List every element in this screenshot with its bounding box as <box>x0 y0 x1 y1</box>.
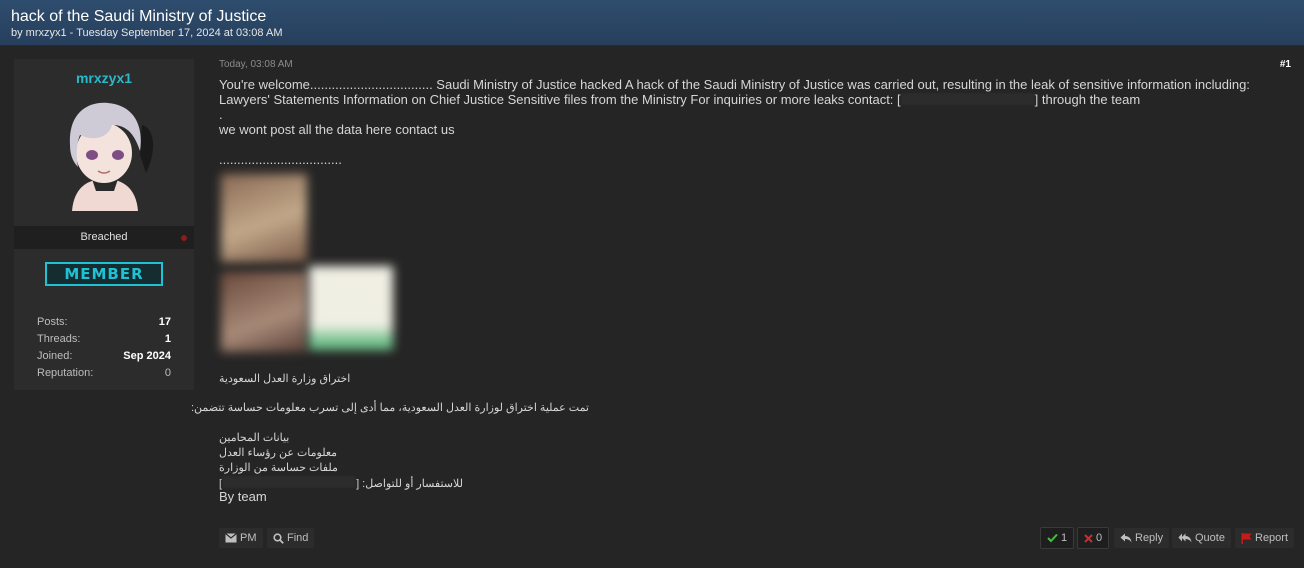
flag-icon <box>1241 532 1252 544</box>
find-label: Find <box>287 532 309 544</box>
stat-threads: Threads: 1 <box>37 331 171 348</box>
reply-arrow-icon <box>1120 533 1132 543</box>
redacted-contact <box>222 476 357 488</box>
post-number[interactable]: #1 <box>1280 59 1291 70</box>
post-line: .................................. <box>219 152 342 167</box>
post-text: ] through the team <box>1034 92 1141 107</box>
arabic-list-block: بيانات المحامين معلومات عن رؤساء العدل م… <box>219 431 589 492</box>
stat-posts: Posts: 17 <box>37 314 171 331</box>
stat-value: Sep 2024 <box>123 350 171 362</box>
arabic-contact-text: للاستفسار أو للتواصل: [ <box>356 478 463 490</box>
stat-value[interactable]: 1 <box>165 331 171 348</box>
downvote-count: 0 <box>1096 532 1103 544</box>
offline-status-dot <box>181 235 187 241</box>
downvote-button[interactable]: 0 <box>1077 527 1110 549</box>
stat-reputation: Reputation: 0 <box>37 365 171 382</box>
post-line: we wont post all the data here contact u… <box>219 122 455 137</box>
upvote-count: 1 <box>1061 532 1068 544</box>
attached-images[interactable] <box>219 174 395 360</box>
cross-icon <box>1084 533 1093 543</box>
post-content: Today, 03:08 AM #1 You're welcome.......… <box>190 46 1295 568</box>
arabic-title-block: اختراق وزارة العدل السعودية <box>219 372 589 387</box>
blurred-image[interactable] <box>309 266 393 350</box>
stat-label: Threads: <box>37 333 81 345</box>
pm-button[interactable]: PM <box>219 528 263 548</box>
arabic-item: معلومات عن رؤساء العدل <box>219 447 338 459</box>
member-badge: MEMBER <box>45 262 163 286</box>
avatar[interactable] <box>52 95 158 211</box>
post-line: You're welcome..........................… <box>219 77 1250 92</box>
post-body: You're welcome..........................… <box>219 77 1279 167</box>
upvote-button[interactable]: 1 <box>1040 527 1075 549</box>
stat-value[interactable]: 17 <box>159 314 171 331</box>
author-stats: Posts: 17 Threads: 1 Joined: Sep 2024 Re… <box>37 314 171 382</box>
thread-header: hack of the Saudi Ministry of Justice by… <box>0 0 1304 46</box>
pm-label: PM <box>240 532 257 544</box>
report-button[interactable]: Report <box>1235 528 1295 548</box>
arabic-title: اختراق وزارة العدل السعودية <box>219 373 351 385</box>
thread-title: hack of the Saudi Ministry of Justice <box>11 8 267 25</box>
stat-label: Reputation: <box>37 367 94 379</box>
reply-label: Reply <box>1135 532 1164 544</box>
post-line: . <box>219 107 223 122</box>
arabic-item: ملفات حساسة من الوزارة <box>219 462 338 474</box>
post-text: Lawyers' Statements Information on Chief… <box>219 92 901 107</box>
checkmark-icon <box>1047 533 1058 543</box>
post-date: Today, 03:08 AM <box>219 59 293 70</box>
stat-label: Joined: <box>37 350 73 362</box>
arabic-intro-block: تمت عملية اختراق لوزارة العدل السعودية، … <box>190 401 589 416</box>
search-icon <box>273 532 284 544</box>
by-team-text: By team <box>219 489 267 504</box>
usergroup-label: Breached <box>80 231 128 243</box>
post-line-empty <box>219 137 1279 152</box>
envelope-icon <box>225 533 237 543</box>
quote-label: Quote <box>1195 532 1225 544</box>
stat-value[interactable]: 0 <box>165 365 171 382</box>
blurred-image[interactable] <box>221 174 307 262</box>
post-line-contact: Lawyers' Statements Information on Chief… <box>219 92 1279 107</box>
arabic-item: بيانات المحامين <box>219 432 290 444</box>
redacted-contact <box>900 93 1035 105</box>
arabic-intro: تمت عملية اختراق لوزارة العدل السعودية، … <box>190 402 589 414</box>
post: mrxzyx1 Breached MEMBER Posts: 17 Thread… <box>0 46 1304 568</box>
find-button[interactable]: Find <box>267 528 315 548</box>
usergroup-bar: Breached <box>14 226 194 249</box>
quote-button[interactable]: Quote <box>1172 528 1231 548</box>
blurred-image[interactable] <box>221 272 307 352</box>
arabic-contact: للاستفسار أو للتواصل: [] <box>219 476 589 492</box>
reply-all-icon <box>1178 533 1192 543</box>
stat-joined: Joined: Sep 2024 <box>37 348 171 365</box>
report-label: Report <box>1255 532 1289 544</box>
thread-meta: by mrxzyx1 - Tuesday September 17, 2024 … <box>11 27 283 39</box>
stat-label: Posts: <box>37 316 68 328</box>
author-username[interactable]: mrxzyx1 <box>14 70 194 86</box>
author-sidebar: mrxzyx1 Breached MEMBER Posts: 17 Thread… <box>14 59 194 390</box>
reply-button[interactable]: Reply <box>1114 528 1170 548</box>
